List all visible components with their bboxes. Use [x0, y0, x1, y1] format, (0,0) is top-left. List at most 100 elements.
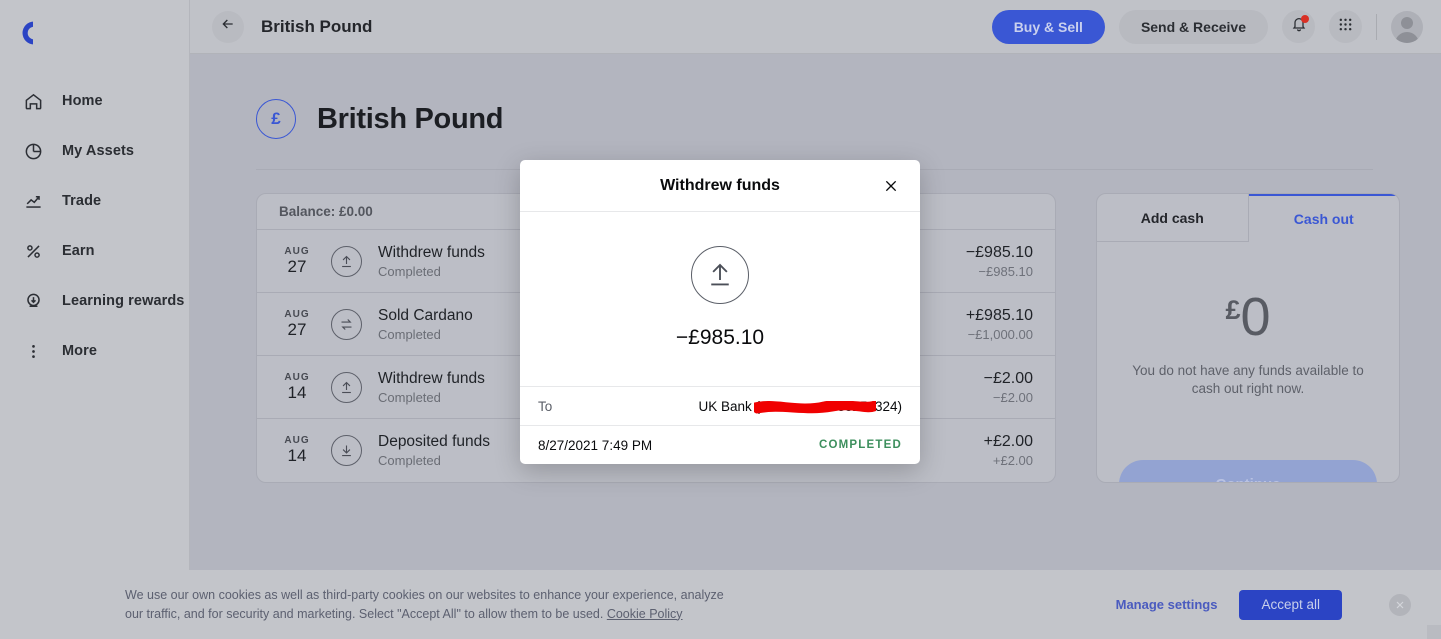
sidebar-item-label: Trade — [62, 193, 102, 209]
sidebar-item-more[interactable]: More — [0, 326, 190, 376]
transaction-day: 14 — [287, 382, 307, 402]
destination-label: To — [538, 398, 553, 414]
page-title: British Pound — [317, 102, 504, 135]
transaction-amount: −£985.10 −£985.10 — [966, 244, 1033, 279]
tab-add-cash[interactable]: Add cash — [1097, 194, 1249, 242]
arrow-left-icon — [220, 16, 236, 37]
scrollbar-corner[interactable] — [1427, 625, 1441, 639]
cash-available-amount: £0 — [1097, 290, 1399, 344]
sidebar-item-label: Learning rewards — [62, 293, 185, 309]
continue-button[interactable]: Continue — [1119, 460, 1377, 482]
sidebar: Home My Assets Trade Earn Learning rewar… — [0, 0, 190, 639]
cash-tabs: Add cash Cash out — [1097, 194, 1399, 242]
modal-footer: 8/27/2021 7:49 PM COMPLETED — [520, 425, 920, 464]
transaction-amount-main: −£2.00 — [983, 369, 1033, 387]
destination-text: UK Bank (••••••••••••••4:38256324) — [698, 398, 902, 414]
home-icon — [22, 90, 44, 112]
withdrew-funds-modal: Withdrew funds −£985.10 To UK Bank (••••… — [520, 160, 920, 464]
app-root: Home My Assets Trade Earn Learning rewar… — [0, 0, 1441, 639]
sidebar-item-learning-rewards[interactable]: Learning rewards — [0, 276, 190, 326]
apps-menu-button[interactable] — [1329, 10, 1362, 43]
transaction-day: 27 — [287, 319, 307, 339]
currency-badge-icon: £ — [256, 99, 296, 139]
top-bar-actions: Buy & Sell Send & Receive — [991, 9, 1441, 44]
arrow-down-circle-icon — [331, 435, 362, 466]
transaction-date: AUG 27 — [279, 309, 315, 340]
modal-header: Withdrew funds — [520, 160, 920, 212]
arrow-up-circle-icon — [331, 245, 362, 277]
notifications-button[interactable] — [1282, 10, 1315, 43]
transaction-date: AUG 14 — [279, 372, 315, 403]
destination-value: UK Bank (••••••••••••••4:38256324) — [698, 399, 902, 414]
modal-title: Withdrew funds — [660, 176, 780, 194]
modal-body: −£985.10 — [520, 212, 920, 386]
coinbase-logo[interactable] — [21, 20, 47, 46]
arrow-up-circle-icon — [331, 371, 362, 403]
cash-body: £0 You do not have any funds available t… — [1097, 242, 1399, 398]
sidebar-item-home[interactable]: Home — [0, 76, 190, 126]
manage-settings-button[interactable]: Manage settings — [1116, 597, 1218, 612]
tab-cash-out[interactable]: Cash out — [1248, 194, 1399, 242]
buy-sell-button[interactable]: Buy & Sell — [991, 9, 1105, 44]
sidebar-nav: Home My Assets Trade Earn Learning rewar… — [0, 76, 190, 376]
transaction-amount-main: +£985.10 — [965, 306, 1033, 324]
modal-destination-row: To UK Bank (••••••••••••••4:38256324) — [520, 386, 920, 425]
transaction-amount: −£2.00 −£2.00 — [984, 370, 1033, 405]
sidebar-item-label: Home — [62, 93, 103, 109]
grid-apps-icon — [1338, 17, 1353, 37]
percent-icon — [22, 240, 44, 262]
cookie-banner: We use our own cookies as well as third-… — [0, 570, 1441, 639]
transaction-day: 14 — [287, 446, 307, 466]
trend-up-icon — [22, 190, 44, 212]
transaction-amount-sub: −£2.00 — [992, 389, 1033, 405]
cookie-text: We use our own cookies as well as third-… — [125, 586, 725, 622]
more-vertical-icon — [22, 340, 44, 362]
accept-all-button[interactable]: Accept all — [1239, 589, 1342, 620]
cash-panel: Add cash Cash out £0 You do not have any… — [1096, 193, 1400, 483]
back-button[interactable] — [212, 10, 244, 43]
sidebar-item-label: My Assets — [62, 143, 135, 159]
transaction-amount-sub: −£985.10 — [978, 263, 1033, 279]
send-receive-button[interactable]: Send & Receive — [1118, 9, 1268, 44]
close-icon[interactable] — [1389, 593, 1411, 616]
cookie-text-line1: We use our own cookies as well as third-… — [125, 588, 724, 603]
sidebar-item-my-assets[interactable]: My Assets — [0, 126, 190, 176]
transaction-amount-main: −£985.10 — [965, 243, 1033, 261]
sidebar-item-earn[interactable]: Earn — [0, 226, 190, 276]
toolbar-divider — [1376, 13, 1377, 40]
transaction-month: AUG — [284, 308, 310, 320]
transaction-month: AUG — [284, 371, 310, 383]
sidebar-item-label: Earn — [62, 243, 95, 259]
cookie-policy-link[interactable]: Cookie Policy — [607, 607, 683, 621]
transaction-amount-main: +£2.00 — [983, 433, 1033, 450]
page-title-header: British Pound — [261, 16, 373, 36]
page-header: £ British Pound — [190, 54, 1441, 139]
transaction-month: AUG — [284, 245, 310, 257]
transaction-amount: +£2.00 +£2.00 — [984, 433, 1033, 468]
avatar[interactable] — [1391, 10, 1423, 43]
cookie-text-line2: our traffic, and for security and market… — [125, 606, 607, 621]
badge-award-icon — [22, 290, 44, 312]
sidebar-item-trade[interactable]: Trade — [0, 176, 190, 226]
sidebar-item-label: More — [62, 343, 98, 359]
notification-badge — [1301, 15, 1309, 23]
transaction-date: AUG 27 — [279, 246, 315, 277]
transaction-date: AUG 14 — [279, 435, 315, 466]
modal-amount: −£985.10 — [675, 326, 765, 349]
swap-circle-icon — [331, 308, 362, 340]
transaction-amount-sub: +£2.00 — [992, 453, 1033, 468]
transaction-day: 27 — [287, 256, 307, 276]
transaction-month: AUG — [284, 435, 310, 447]
transaction-amount-sub: −£1,000.00 — [967, 326, 1033, 342]
status-badge: COMPLETED — [819, 439, 902, 451]
currency-symbol: £ — [1225, 295, 1241, 325]
amount-value: 0 — [1240, 287, 1271, 347]
cookie-actions: Manage settings Accept all — [1116, 589, 1441, 620]
pie-chart-icon — [22, 140, 44, 162]
top-bar: British Pound Buy & Sell Send & Receive — [190, 0, 1441, 54]
cash-empty-note: You do not have any funds available to c… — [1132, 363, 1364, 397]
transaction-timestamp: 8/27/2021 7:49 PM — [538, 437, 653, 453]
close-icon[interactable] — [880, 175, 902, 197]
arrow-up-circle-icon — [691, 246, 749, 304]
transaction-amount: +£985.10 −£1,000.00 — [966, 307, 1033, 342]
